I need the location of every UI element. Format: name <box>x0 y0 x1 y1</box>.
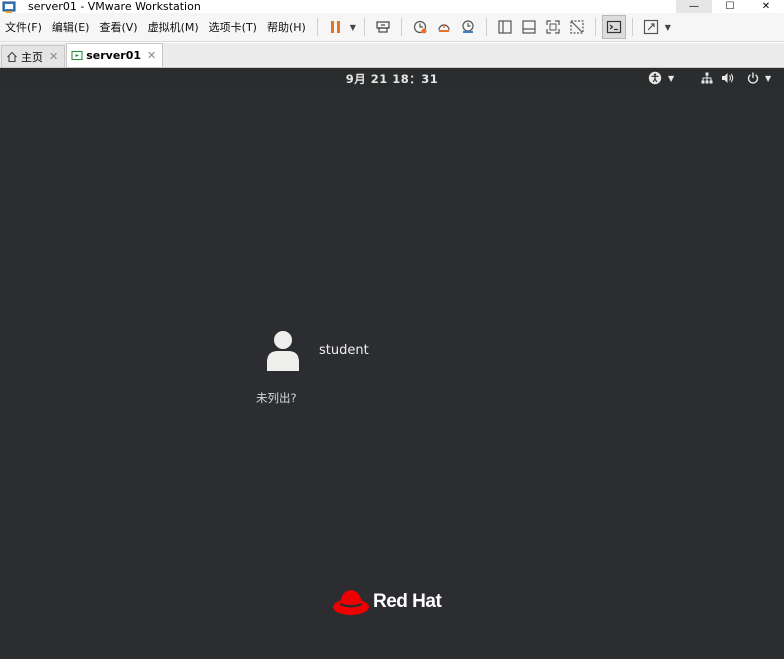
snapshot-manager-icon <box>462 20 474 33</box>
tab-bar: 主页 ✕ server01 ✕ <box>0 43 784 68</box>
maximize-button[interactable]: ☐ <box>712 0 748 13</box>
toolbar-separator <box>363 18 365 36</box>
sidebar-layout-icon <box>498 20 512 34</box>
toolbar-separator <box>485 18 487 36</box>
revert-snapshot-icon <box>438 24 450 32</box>
tab-server01-label: server01 <box>86 49 142 62</box>
toolbar-separator <box>316 18 318 36</box>
toolbar-separator <box>400 18 402 36</box>
vm-icon <box>71 50 83 60</box>
tab-home-close-icon[interactable]: ✕ <box>49 50 58 63</box>
menu-vm[interactable]: 虚拟机(M) <box>143 13 204 42</box>
snapshot-button[interactable] <box>408 15 432 39</box>
accessibility-caret-icon: ▼ <box>668 73 675 83</box>
stretch-guest-button[interactable] <box>639 15 663 39</box>
toolbar-separator <box>631 18 633 36</box>
tab-server01-close-icon[interactable]: ✕ <box>147 49 156 62</box>
menu-help[interactable]: 帮助(H) <box>262 13 311 42</box>
bottom-panel-layout-icon <box>522 20 536 34</box>
redhat-wordmark: Red Hat <box>373 591 442 612</box>
pause-button[interactable] <box>324 15 348 39</box>
system-menu-caret-icon: ▼ <box>765 73 772 83</box>
gnome-top-bar: 9月 21 18：31 ▼ ▼ <box>0 68 784 88</box>
snapshot-manager-button[interactable] <box>456 15 480 39</box>
keyboard-send-icon <box>376 21 390 33</box>
menu-toolbar: 文件(F) 编辑(E) 查看(V) 虚拟机(M) 选项卡(T) 帮助(H) ▼ <box>0 13 784 42</box>
power-icon <box>747 72 759 84</box>
not-listed-link[interactable]: 未列出? <box>256 390 297 406</box>
window-titlebar: server01 - VMware Workstation — ☐ ✕ <box>0 0 784 13</box>
guest-display[interactable]: 9月 21 18：31 ▼ ▼ student 未列出? Red Hat <box>0 68 784 659</box>
redhat-logo: Red Hat <box>332 587 442 617</box>
terminal-icon <box>606 20 621 34</box>
show-library-button[interactable] <box>493 15 517 39</box>
vmware-app-icon <box>2 1 16 13</box>
tab-home[interactable]: 主页 ✕ <box>1 45 66 67</box>
username-label: student <box>319 342 369 358</box>
console-view-button[interactable] <box>601 15 626 39</box>
menu-view[interactable]: 查看(V) <box>94 13 142 42</box>
system-status-menu[interactable]: ▼ <box>701 69 771 87</box>
send-ctrl-alt-del-button[interactable] <box>371 15 395 39</box>
toolbar-separator <box>594 18 596 36</box>
pause-dropdown-icon[interactable]: ▼ <box>348 15 358 39</box>
accessibility-menu[interactable]: ▼ <box>648 69 674 87</box>
redhat-hat-icon <box>333 590 369 615</box>
menu-file[interactable]: 文件(F) <box>0 13 47 42</box>
user-avatar-icon <box>266 329 300 371</box>
unity-mode-icon <box>570 20 584 34</box>
window-title: server01 - VMware Workstation <box>28 0 201 13</box>
stretch-dropdown-icon[interactable]: ▼ <box>663 15 673 39</box>
accessibility-icon <box>648 71 662 85</box>
revert-snapshot-button[interactable] <box>432 15 456 39</box>
home-icon <box>7 51 17 62</box>
tab-server01[interactable]: server01 ✕ <box>66 43 164 67</box>
fullscreen-icon <box>546 20 560 34</box>
show-thumbnail-bar-button[interactable] <box>517 15 541 39</box>
volume-icon <box>722 73 734 83</box>
network-icon <box>701 72 713 84</box>
menu-tabs[interactable]: 选项卡(T) <box>204 13 262 42</box>
snapshot-clock-icon <box>413 20 427 34</box>
user-list-item[interactable]: student <box>266 329 369 371</box>
full-screen-button[interactable] <box>541 15 565 39</box>
minimize-button[interactable]: — <box>676 0 712 13</box>
tab-home-label: 主页 <box>21 50 43 64</box>
close-button[interactable]: ✕ <box>748 0 784 13</box>
stretch-expand-icon <box>643 19 658 35</box>
pause-icon <box>330 21 340 33</box>
menu-edit[interactable]: 编辑(E) <box>47 13 95 42</box>
unity-mode-button[interactable] <box>565 15 589 39</box>
